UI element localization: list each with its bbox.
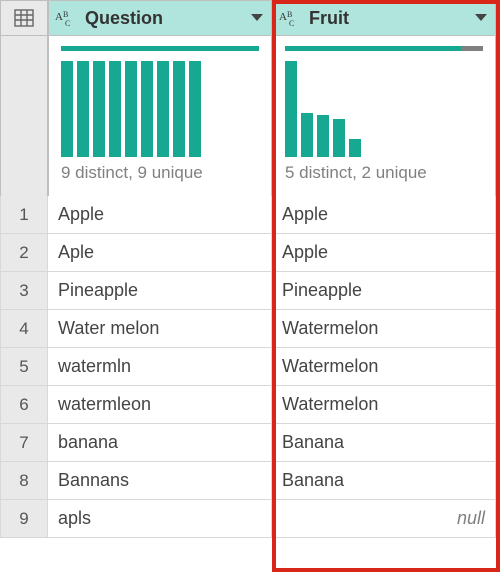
row-number[interactable]: 2: [0, 234, 48, 272]
svg-text:A: A: [55, 11, 63, 23]
quality-valid: [61, 46, 259, 51]
cell-fruit[interactable]: Apple: [272, 196, 496, 234]
cell-question[interactable]: Bannans: [48, 462, 272, 500]
distribution-bar: [317, 115, 329, 157]
cell-fruit[interactable]: Banana: [272, 462, 496, 500]
profile-gutter: [0, 36, 48, 196]
cell-question[interactable]: watermleon: [48, 386, 272, 424]
column-dropdown-icon[interactable]: [473, 14, 489, 22]
distribution-bar: [333, 119, 345, 157]
svg-text:C: C: [289, 19, 294, 28]
distribution-bar: [157, 61, 169, 157]
cell-fruit[interactable]: null: [272, 500, 496, 538]
cell-question[interactable]: Water melon: [48, 310, 272, 348]
row-number[interactable]: 9: [0, 500, 48, 538]
column-profile-question: 9 distinct, 9 unique: [48, 36, 272, 196]
distribution-bar: [285, 61, 297, 157]
column-header-question[interactable]: ABC Question: [48, 0, 272, 36]
distribution-bar: [125, 61, 137, 157]
column-header-label: Fruit: [309, 8, 467, 29]
distribution-chart: [285, 61, 483, 157]
svg-text:B: B: [287, 10, 292, 19]
quality-bar: [285, 46, 483, 51]
row-number[interactable]: 5: [0, 348, 48, 386]
quality-error: [461, 46, 483, 51]
cell-fruit[interactable]: Watermelon: [272, 386, 496, 424]
distribution-bar: [349, 139, 361, 157]
row-number[interactable]: 8: [0, 462, 48, 500]
cell-fruit[interactable]: Apple: [272, 234, 496, 272]
cell-question[interactable]: watermln: [48, 348, 272, 386]
grid-corner[interactable]: [0, 0, 48, 36]
distribution-bar: [93, 61, 105, 157]
distribution-bar: [141, 61, 153, 157]
column-profile-fruit: 5 distinct, 2 unique: [272, 36, 496, 196]
row-number[interactable]: 3: [0, 272, 48, 310]
row-number[interactable]: 1: [0, 196, 48, 234]
quality-bar: [61, 46, 259, 51]
text-type-icon: ABC: [279, 8, 303, 28]
table-icon: [14, 9, 34, 27]
data-grid: ABC Question ABC Fruit 9 distinct, 9 uni…: [0, 0, 504, 538]
distribution-bar: [173, 61, 185, 157]
cell-question[interactable]: Aple: [48, 234, 272, 272]
distribution-bar: [77, 61, 89, 157]
column-stats: 9 distinct, 9 unique: [61, 163, 259, 183]
cell-fruit[interactable]: Banana: [272, 424, 496, 462]
svg-text:B: B: [63, 10, 68, 19]
svg-text:C: C: [65, 19, 70, 28]
distribution-bar: [61, 61, 73, 157]
quality-valid: [285, 46, 461, 51]
distribution-bar: [109, 61, 121, 157]
row-number[interactable]: 7: [0, 424, 48, 462]
cell-question[interactable]: Pineapple: [48, 272, 272, 310]
distribution-bar: [301, 113, 313, 157]
column-dropdown-icon[interactable]: [249, 14, 265, 22]
cell-question[interactable]: apls: [48, 500, 272, 538]
column-header-fruit[interactable]: ABC Fruit: [272, 0, 496, 36]
cell-question[interactable]: Apple: [48, 196, 272, 234]
svg-text:A: A: [279, 11, 287, 23]
text-type-icon: ABC: [55, 8, 79, 28]
cell-fruit[interactable]: Watermelon: [272, 310, 496, 348]
column-header-label: Question: [85, 8, 243, 29]
distribution-bar: [189, 61, 201, 157]
row-number[interactable]: 4: [0, 310, 48, 348]
row-number[interactable]: 6: [0, 386, 48, 424]
cell-fruit[interactable]: Pineapple: [272, 272, 496, 310]
cell-fruit[interactable]: Watermelon: [272, 348, 496, 386]
distribution-chart: [61, 61, 259, 157]
column-stats: 5 distinct, 2 unique: [285, 163, 483, 183]
cell-question[interactable]: banana: [48, 424, 272, 462]
